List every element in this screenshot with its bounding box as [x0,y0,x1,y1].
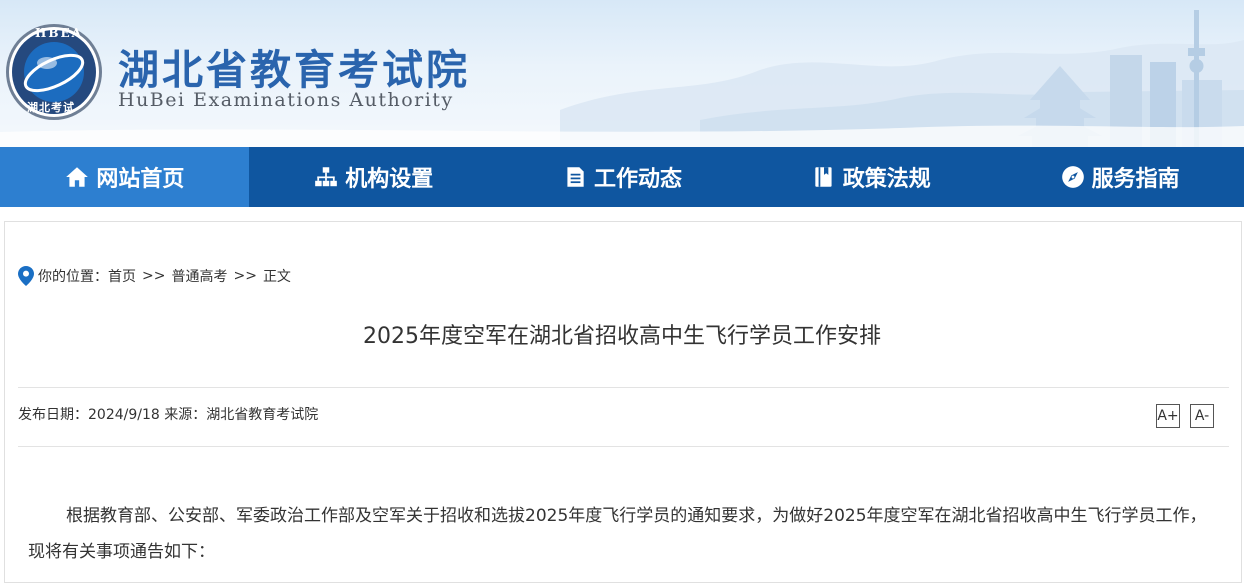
article-meta: 发布日期：2024/9/18 来源：湖北省教育考试院 [18,407,319,423]
nav-item-label: 政策法规 [842,167,931,192]
compass-icon [1061,166,1084,188]
location-pin-icon [18,266,34,286]
breadcrumb: 你的位置： 首页 >> 普通高考 >> 正文 [18,265,291,287]
emblem-bottom-text: 湖北考试 [27,101,75,114]
book-icon [815,167,832,187]
divider-bottom [18,446,1229,447]
header-banner: HBEA 湖北考试 湖北省教育考试院 HuBei Examinations Au… [0,0,1244,147]
main-nav: 网站首页 机构设置 工作动态 政策法规 服务指南 [0,147,1244,207]
home-icon [66,167,89,187]
site-subtitle: HuBei Examinations Authority [118,89,454,111]
breadcrumb-current: 正文 [262,269,291,285]
nav-item-home[interactable]: 网站首页 [0,147,249,207]
divider-top [18,387,1229,388]
font-increase-button[interactable]: A+ [1156,404,1180,428]
nav-item-label: 服务指南 [1091,167,1180,192]
nav-item-service-guide[interactable]: 服务指南 [995,147,1244,207]
breadcrumb-separator: >> [233,268,257,284]
breadcrumb-link-gaokao[interactable]: 普通高考 [171,266,227,286]
article-title: 2025年度空军在湖北省招收高中生飞行学员工作安排 [363,324,881,349]
breadcrumb-separator: >> [142,268,166,284]
emblem-top-text: HBEA [35,26,83,40]
nav-item-label: 网站首页 [96,167,185,192]
breadcrumb-link-home[interactable]: 首页 [108,266,136,286]
nav-item-organization[interactable]: 机构设置 [249,147,498,207]
nav-item-label: 工作动态 [593,167,682,192]
logo-emblem-text: HBEA 湖北考试 [5,23,103,121]
org-chart-icon [315,167,338,187]
nav-item-policies[interactable]: 政策法规 [746,147,995,207]
document-icon [567,167,584,187]
nav-item-work-news[interactable]: 工作动态 [498,147,747,207]
nav-item-label: 机构设置 [345,167,434,192]
breadcrumb-prefix: 你的位置： [38,269,108,285]
article-paragraph: 根据教育部、公安部、军委政治工作部及空军关于招收和选拔2025年度飞行学员的通知… [28,506,1207,562]
font-decrease-button[interactable]: A- [1190,404,1214,428]
site-title[interactable]: 湖北省教育考试院 [118,36,470,96]
